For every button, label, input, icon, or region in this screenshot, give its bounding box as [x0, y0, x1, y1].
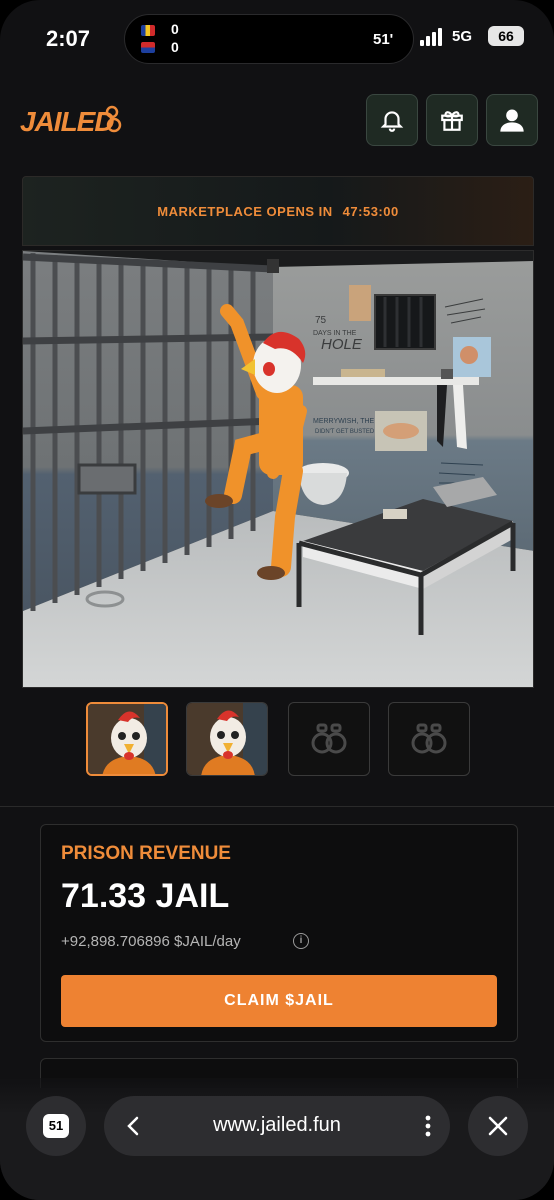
handcuffs-icon	[411, 723, 447, 754]
rooster-portrait-image	[187, 703, 267, 775]
rewards-button[interactable]	[426, 94, 478, 146]
phone-screen: 2:07 0 0 51' 5G 66 JAILED MARKETPLACE OP…	[0, 0, 554, 1200]
back-button[interactable]	[118, 1111, 148, 1141]
close-icon	[488, 1116, 508, 1136]
network-type: 5G	[452, 28, 473, 45]
team1-flag-icon	[141, 25, 155, 36]
thumbnail-empty-slot-2[interactable]	[388, 702, 470, 776]
chevron-left-icon	[127, 1116, 139, 1136]
status-time: 2:07	[46, 26, 91, 51]
browser-toolbar: 51 www.jailed.fun	[0, 1078, 554, 1200]
tabs-button[interactable]: 51	[26, 1096, 86, 1156]
nft-thumbnail-strip	[86, 702, 476, 776]
battery-indicator: 66	[488, 26, 524, 46]
status-bar: 2:07 0 0 51' 5G 66	[0, 0, 554, 80]
more-vertical-icon	[425, 1115, 431, 1137]
profile-button[interactable]	[486, 94, 538, 146]
countdown-timer: 47:53:00	[342, 203, 399, 219]
svg-text:DAYS IN THE: DAYS IN THE	[313, 330, 357, 337]
team1-score: 0	[171, 21, 179, 37]
revenue-amount: 71.33 JAIL	[61, 877, 230, 915]
thumbnail-character-2[interactable]	[186, 702, 268, 776]
cellular-signal-icon	[420, 28, 446, 46]
thumbnail-empty-slot-1[interactable]	[288, 702, 370, 776]
prison-cell-image: HOLE 75 DAYS IN THE MERRYWISH, THE DIDN'…	[22, 250, 534, 688]
section-divider	[0, 806, 554, 807]
revenue-rate: +92,898.706896 $JAIL/day	[61, 933, 241, 950]
svg-text:HOLE: HOLE	[321, 336, 363, 353]
svg-text:75: 75	[315, 315, 327, 326]
team2-score: 0	[171, 39, 179, 55]
bell-icon	[380, 111, 404, 132]
handcuffs-icon	[311, 723, 347, 754]
handcuffs-logo-icon	[105, 105, 122, 133]
info-icon[interactable]: i	[293, 933, 309, 949]
svg-text:MERRYWISH, THE: MERRYWISH, THE	[313, 418, 375, 425]
dynamic-island-live-activity[interactable]: 0 0 51'	[124, 14, 414, 64]
prison-revenue-card: PRISON REVENUE 71.33 JAIL +92,898.706896…	[40, 824, 518, 1042]
thumbnail-character-1[interactable]	[86, 702, 168, 776]
jailed-logo[interactable]: JAILED	[20, 106, 115, 138]
user-icon	[500, 109, 524, 132]
more-options-button[interactable]	[416, 1111, 440, 1141]
url-text[interactable]: www.jailed.fun	[164, 1114, 390, 1137]
rooster-portrait-image	[88, 704, 166, 774]
claim-jail-button[interactable]: CLAIM $JAIL	[61, 975, 497, 1027]
team2-flag-icon	[141, 42, 155, 53]
revenue-title: PRISON REVENUE	[61, 843, 231, 864]
match-minute: 51'	[373, 31, 394, 48]
close-button[interactable]	[468, 1096, 528, 1156]
address-bar[interactable]: www.jailed.fun	[104, 1096, 450, 1156]
app-header: JAILED	[0, 88, 554, 154]
marketplace-countdown-banner: MARKETPLACE OPENS IN 47:53:00	[22, 176, 534, 246]
marketplace-label: MARKETPLACE OPENS IN	[157, 203, 333, 219]
gift-icon	[441, 111, 463, 131]
notifications-button[interactable]	[366, 94, 418, 146]
tab-count: 51	[43, 1114, 69, 1138]
svg-text:DIDN'T GET BUSTED: DIDN'T GET BUSTED	[315, 429, 375, 435]
